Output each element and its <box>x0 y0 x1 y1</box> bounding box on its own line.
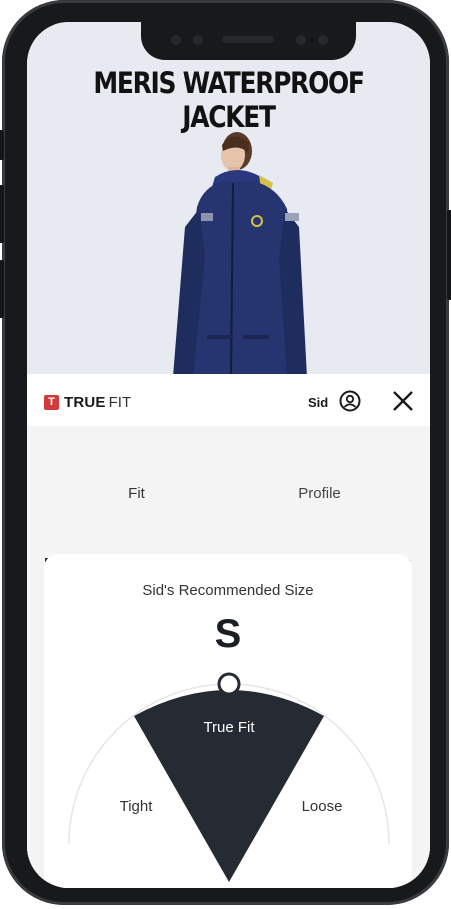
product-image[interactable] <box>127 117 347 377</box>
fit-gauge: True Fit Tight Loose <box>68 672 390 882</box>
mute-switch <box>0 130 4 160</box>
notch <box>141 22 356 60</box>
tab-bar: Fit Profile <box>45 472 411 562</box>
sensor-dot <box>296 35 306 45</box>
recommendation-card: Sid's Recommended Size S True Fit Tight … <box>44 554 412 888</box>
panel-header: T TRUE FIT Sid <box>27 374 430 426</box>
volume-down-button <box>0 260 4 318</box>
volume-up-button <box>0 185 4 243</box>
tight-label: Tight <box>120 798 154 815</box>
true-fit-logo: T TRUE FIT <box>44 394 131 411</box>
front-camera <box>318 35 328 45</box>
phone-frame: MERIS WATERPROOF JACKET T TRUE FIT Sid F… <box>0 0 451 905</box>
sensor-dot <box>193 35 203 45</box>
user-name[interactable]: Sid <box>308 395 328 410</box>
close-icon[interactable] <box>391 389 415 413</box>
tab-profile[interactable]: Profile <box>228 472 411 516</box>
sensor-dot <box>171 35 181 45</box>
true-fit-label: True Fit <box>203 719 255 736</box>
true-fit-panel: T TRUE FIT Sid Fit Profile Sid's Recomme… <box>27 374 430 888</box>
logo-true-text: TRUE <box>64 394 106 411</box>
user-circle-icon[interactable] <box>339 390 361 412</box>
power-button <box>447 210 451 300</box>
logo-badge: T <box>44 395 59 410</box>
phone-screen: MERIS WATERPROOF JACKET T TRUE FIT Sid F… <box>27 22 430 888</box>
tab-fit[interactable]: Fit <box>45 472 228 516</box>
logo-fit-text: FIT <box>108 394 132 411</box>
fit-content: Fit Profile Sid's Recommended Size S Tru… <box>27 426 430 888</box>
speaker-grille <box>222 36 274 43</box>
product-hero: MERIS WATERPROOF JACKET <box>27 22 430 377</box>
loose-label: Loose <box>302 798 343 815</box>
fit-indicator-knob[interactable] <box>217 672 241 696</box>
